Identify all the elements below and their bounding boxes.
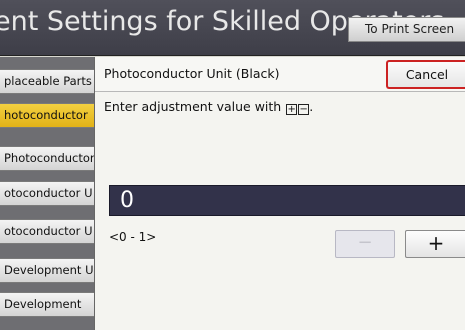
- instruction-prefix: Enter adjustment value with: [104, 99, 286, 114]
- list-item-photoconductor-selected[interactable]: hotoconductor: [0, 103, 100, 128]
- list-item-photoconductor-2[interactable]: Photoconductor: [0, 146, 100, 171]
- dialog-title: Photoconductor Unit (Black): [104, 66, 280, 81]
- range-text: <0 - 1>: [109, 230, 157, 244]
- instruction-text: Enter adjustment value with + −.: [104, 99, 313, 115]
- list-item-development-2[interactable]: Development: [0, 292, 100, 317]
- increment-button[interactable]: +: [405, 230, 465, 258]
- print-screen-button[interactable]: To Print Screen: [348, 17, 465, 42]
- header-bar: ent Settings for Skilled Operators To Pr…: [0, 0, 465, 56]
- plus-key-icon: +: [286, 104, 298, 115]
- left-item-list: placeable Parts hotoconductor Photocondu…: [0, 57, 100, 330]
- list-item-development-1[interactable]: Development U: [0, 258, 100, 283]
- adjustment-dialog: Photoconductor Unit (Black) Cancel Enter…: [94, 57, 465, 330]
- minus-key-icon: −: [298, 104, 310, 115]
- value-display[interactable]: 0: [109, 185, 465, 216]
- list-item-photoconductor-4[interactable]: otoconductor U: [0, 219, 100, 244]
- dialog-titlebar: Photoconductor Unit (Black) Cancel: [95, 57, 465, 92]
- list-item-photoconductor-3[interactable]: otoconductor U: [0, 181, 100, 206]
- cancel-button[interactable]: Cancel: [386, 60, 465, 89]
- instruction-suffix: .: [309, 99, 314, 114]
- decrement-button[interactable]: −: [335, 230, 395, 258]
- list-item-replaceable-parts[interactable]: placeable Parts: [0, 69, 100, 94]
- value-text: 0: [120, 188, 134, 213]
